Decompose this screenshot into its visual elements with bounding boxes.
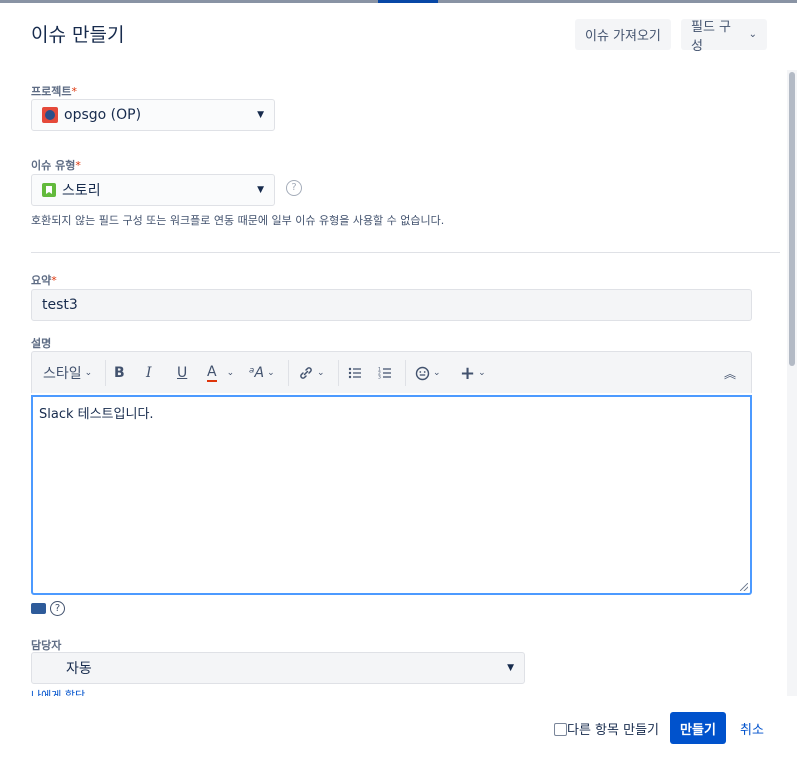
italic-icon: I <box>146 365 152 381</box>
top-progress-bar <box>0 0 797 3</box>
toolbar-separator <box>288 360 289 386</box>
link-icon <box>300 367 312 379</box>
chevron-down-icon: ⌄ <box>478 368 486 378</box>
summary-label: 요약* <box>31 274 57 287</box>
import-issues-button[interactable]: 이슈 가져오기 <box>575 19 671 50</box>
toolbar-separator <box>338 360 339 386</box>
issue-type-select[interactable]: 스토리 ▼ <box>31 174 275 206</box>
configure-fields-label: 필드 구성 <box>691 19 732 54</box>
create-button[interactable]: 만들기 <box>670 712 726 744</box>
issue-type-note: 호환되지 않는 필드 구성 또는 워크플로 연동 때문에 일부 이슈 유형을 사… <box>31 214 445 227</box>
emoji-icon <box>415 366 430 380</box>
cancel-link[interactable]: 취소 <box>740 719 764 738</box>
assignee-select[interactable]: 자동 ▼ <box>31 652 525 684</box>
project-select[interactable]: opsgo (OP) ▼ <box>31 99 275 131</box>
issue-type-value: 스토리 <box>62 183 101 199</box>
numbered-list-button[interactable]: 123 <box>378 352 392 394</box>
bold-button[interactable]: B <box>114 352 125 394</box>
create-another-label[interactable]: 다른 항목 만들기 <box>567 719 659 738</box>
text-color-icon: A <box>207 363 217 382</box>
create-button-label: 만들기 <box>680 722 716 738</box>
scrollbar-thumb[interactable] <box>789 72 795 366</box>
bullet-list-icon <box>348 367 361 379</box>
required-mark: * <box>51 274 57 287</box>
chevron-down-icon: ▼ <box>507 663 514 673</box>
top-progress-active <box>378 0 438 3</box>
description-label: 설명 <box>31 337 52 350</box>
chevron-down-icon: ▼ <box>257 110 264 120</box>
link-button[interactable]: ⌄ <box>298 352 325 394</box>
editor-toolbar: 스타일 ⌄ B I U A ⌄ ᵃA ⌄ ⌄ 123 ⌄ + ⌄ ︽ <box>31 351 752 393</box>
story-icon <box>42 183 56 197</box>
chevron-down-icon: ⌄ <box>317 368 325 378</box>
assignee-label: 담당자 <box>31 639 62 652</box>
dialog-footer <box>0 696 787 757</box>
toolbar-separator <box>405 360 406 386</box>
editor-footer-icons: ? <box>31 601 65 616</box>
required-mark: * <box>75 159 81 172</box>
create-another-checkbox[interactable] <box>554 723 567 736</box>
text-style-dropdown[interactable]: 스타일 ⌄ <box>43 352 92 394</box>
text-color-button[interactable]: A ⌄ <box>207 352 234 394</box>
toolbar-separator <box>105 360 106 386</box>
summary-value: test3 <box>42 297 78 313</box>
section-divider <box>31 252 780 253</box>
project-avatar-icon <box>42 107 58 123</box>
svg-text:3: 3 <box>378 375 381 381</box>
project-label: 프로젝트* <box>31 85 77 98</box>
chevron-down-icon: ▼ <box>257 185 264 195</box>
description-editor[interactable]: Slack 테스트입니다. <box>31 395 752 595</box>
help-icon[interactable]: ? <box>286 180 302 196</box>
required-mark: * <box>71 85 77 98</box>
bold-icon: B <box>114 365 125 381</box>
import-issues-label: 이슈 가져오기 <box>585 29 661 44</box>
collapse-toolbar-button[interactable]: ︽ <box>724 352 736 394</box>
resize-grip-icon[interactable] <box>740 583 748 591</box>
issue-type-label: 이슈 유형* <box>31 159 81 172</box>
underline-button[interactable]: U <box>177 352 187 394</box>
bullet-list-button[interactable] <box>348 352 362 394</box>
chevron-down-icon: ⌄ <box>748 29 757 40</box>
chevron-down-icon: ⌄ <box>267 368 275 378</box>
chevron-down-icon: ⌄ <box>226 368 235 378</box>
chevron-down-icon: ⌄ <box>84 368 93 378</box>
project-value: opsgo (OP) <box>64 107 142 123</box>
chevron-up-double-icon: ︽ <box>724 366 737 381</box>
text-style-label: 스타일 <box>43 366 82 382</box>
italic-button[interactable]: I <box>146 352 152 394</box>
summary-input[interactable]: test3 <box>31 289 752 321</box>
configure-fields-button[interactable]: 필드 구성 ⌄ <box>681 19 767 54</box>
insert-button[interactable]: + ⌄ <box>460 352 486 394</box>
help-icon[interactable]: ? <box>50 601 65 616</box>
dialog-title: 이슈 만들기 <box>31 24 125 46</box>
more-formatting-button[interactable]: ᵃA ⌄ <box>249 352 275 394</box>
underline-icon: U <box>177 365 188 381</box>
emoji-button[interactable]: ⌄ <box>415 352 441 394</box>
chevron-down-icon: ⌄ <box>433 368 441 378</box>
assignee-value: 자동 <box>66 661 92 677</box>
wiki-markup-icon[interactable] <box>31 603 46 614</box>
more-formatting-icon: ᵃA <box>249 365 265 381</box>
plus-icon: + <box>460 362 476 384</box>
numbered-list-icon: 123 <box>378 367 391 381</box>
assign-to-me-link[interactable]: 나에게 할당 <box>31 689 85 696</box>
description-content: Slack 테스트입니다. <box>39 407 154 422</box>
